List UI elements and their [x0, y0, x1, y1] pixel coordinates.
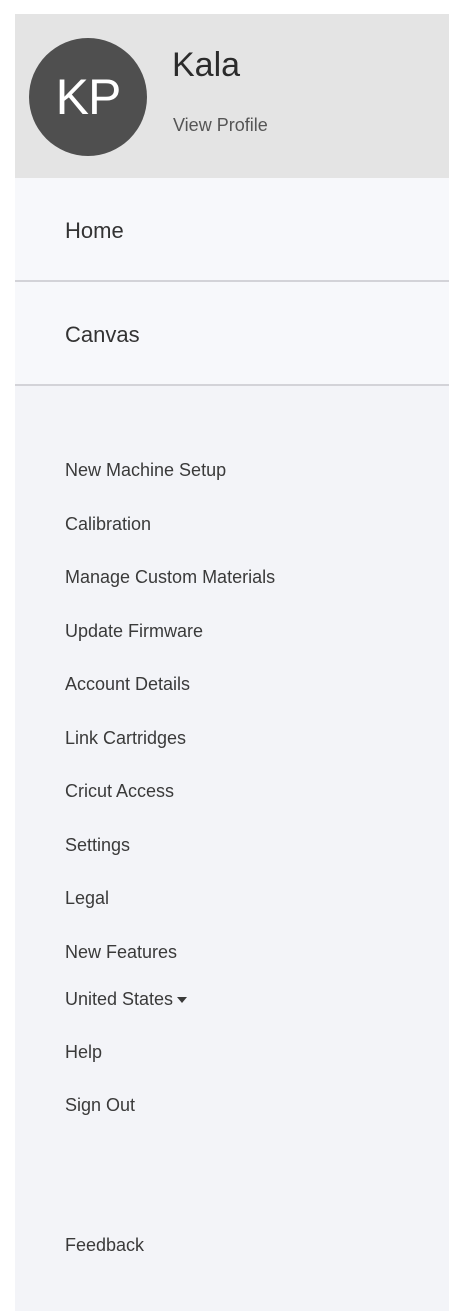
- menu-item-new-machine-setup[interactable]: New Machine Setup: [65, 460, 226, 481]
- profile-header: KP Kala View Profile: [15, 14, 449, 178]
- menu-item-new-features[interactable]: New Features: [65, 942, 177, 963]
- view-profile-link[interactable]: View Profile: [173, 115, 268, 136]
- menu-item-settings[interactable]: Settings: [65, 835, 130, 856]
- nav-canvas[interactable]: Canvas: [15, 282, 449, 386]
- menu-item-update-firmware[interactable]: Update Firmware: [65, 621, 203, 642]
- menu-item-manage-custom-materials[interactable]: Manage Custom Materials: [65, 567, 275, 588]
- avatar[interactable]: KP: [29, 38, 147, 156]
- menu-item-account-details[interactable]: Account Details: [65, 674, 190, 695]
- nav-canvas-label: Canvas: [65, 322, 140, 347]
- menu-item-help[interactable]: Help: [65, 1042, 102, 1063]
- menu-item-calibration[interactable]: Calibration: [65, 514, 151, 535]
- country-selector-label: United States: [65, 989, 174, 1009]
- menu-item-feedback[interactable]: Feedback: [65, 1235, 144, 1256]
- nav-home[interactable]: Home: [15, 178, 449, 282]
- menu-item-legal[interactable]: Legal: [65, 888, 109, 909]
- menu-item-cricut-access[interactable]: Cricut Access: [65, 781, 174, 802]
- nav-home-label: Home: [65, 218, 124, 243]
- caret-down-icon: [177, 997, 188, 1004]
- country-selector[interactable]: United States: [65, 989, 188, 1010]
- profile-name: Kala: [172, 46, 241, 84]
- menu-item-link-cartridges[interactable]: Link Cartridges: [65, 728, 186, 749]
- menu-item-sign-out[interactable]: Sign Out: [65, 1095, 135, 1116]
- side-menu: KP Kala View Profile Home Canvas New Mac…: [15, 14, 449, 1311]
- avatar-initials: KP: [55, 69, 122, 125]
